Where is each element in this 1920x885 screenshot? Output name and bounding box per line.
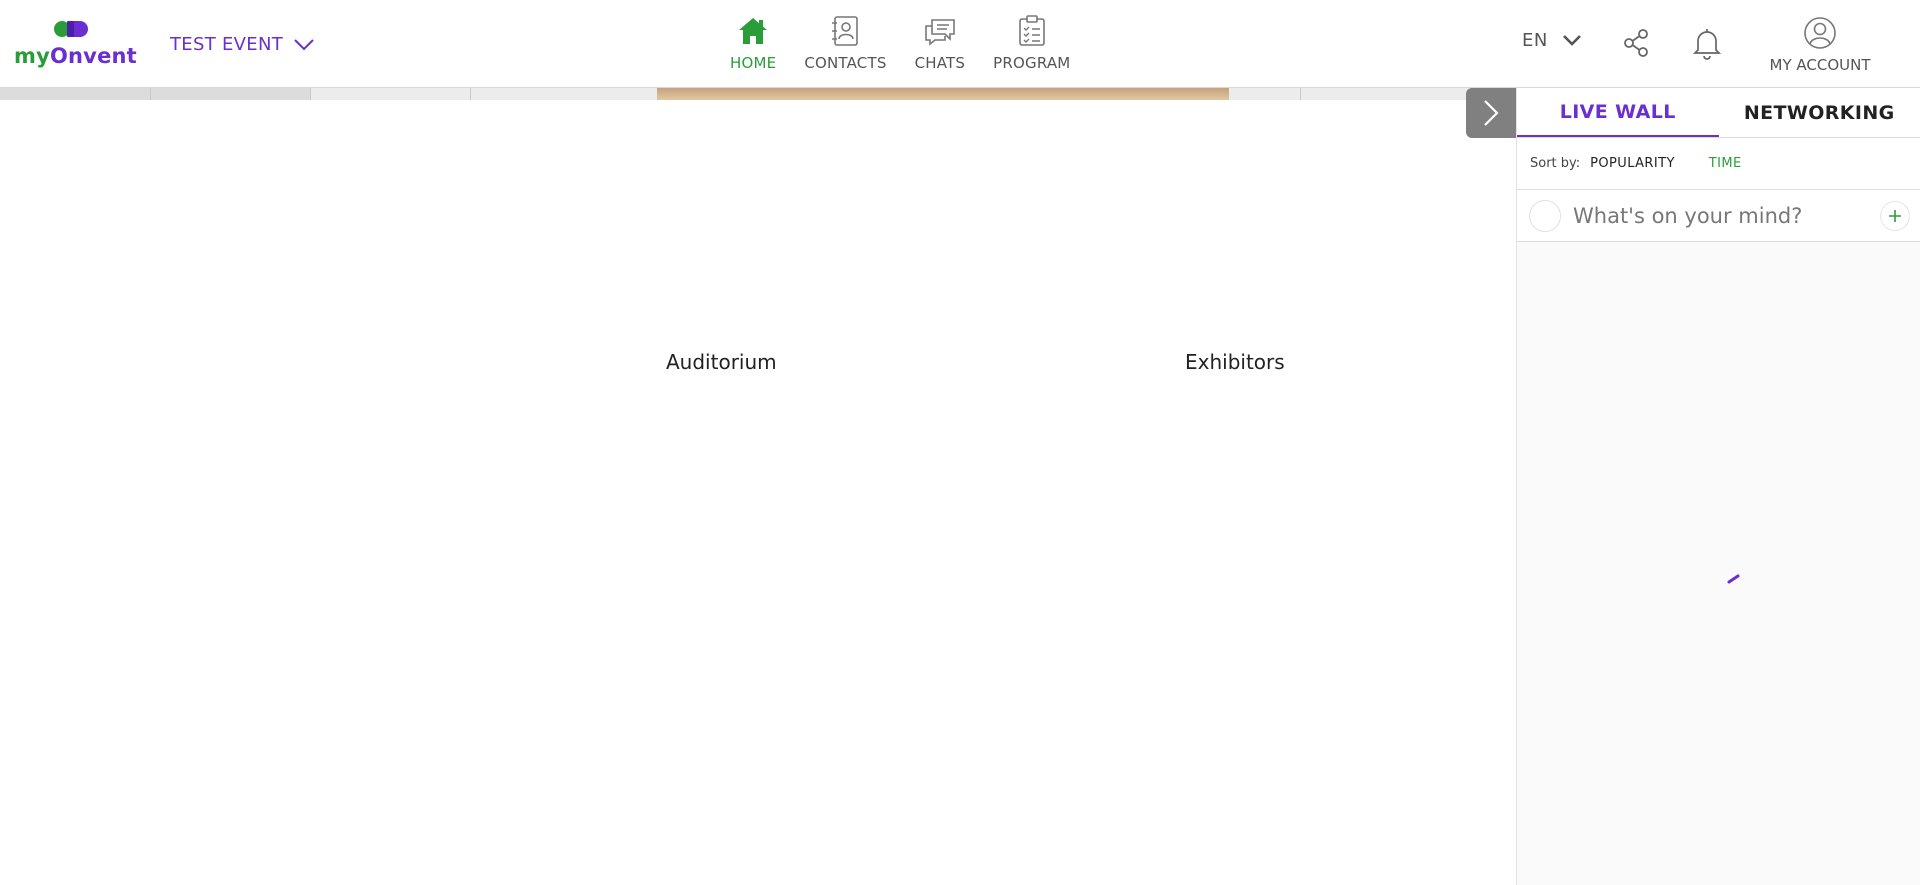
- myonvent-logo[interactable]: myOnvent: [14, 18, 137, 70]
- my-account-button[interactable]: MY ACCOUNT: [1764, 16, 1876, 74]
- chevron-right-icon: [1484, 100, 1499, 126]
- nav-contacts-label: CONTACTS: [804, 54, 887, 72]
- bell-icon: [1692, 29, 1722, 60]
- nav-program[interactable]: PROGRAM: [993, 14, 1070, 76]
- sort-label: Sort by:: [1530, 156, 1581, 171]
- lobby-area: Auditorium Exhibitors: [0, 88, 1516, 885]
- notifications-button[interactable]: [1692, 26, 1722, 64]
- logo-wordmark: myOnvent: [14, 44, 137, 68]
- logo-onvent: Onvent: [49, 44, 137, 68]
- lobby-tile: [470, 88, 471, 100]
- sort-time[interactable]: TIME: [1709, 156, 1742, 171]
- my-account-label: MY ACCOUNT: [1769, 56, 1871, 74]
- sidebar-collapse-button[interactable]: [1466, 88, 1516, 138]
- add-post-button[interactable]: [1880, 200, 1910, 231]
- sort-bar: Sort by: POPULARITY TIME: [1517, 138, 1920, 190]
- nav-program-label: PROGRAM: [993, 54, 1071, 72]
- room-exhibitors[interactable]: Exhibitors: [1185, 350, 1285, 374]
- main-nav: HOME CONTACTS CHATS PROGRAM: [730, 14, 1098, 76]
- top-bar: myOnvent TEST EVENT HOME CONTACTS CHATS …: [0, 0, 1920, 88]
- logo-my: my: [14, 44, 50, 68]
- lobby-tile: [150, 88, 151, 100]
- chats-icon: [925, 19, 955, 46]
- program-icon: [1018, 15, 1045, 46]
- sort-popularity[interactable]: POPULARITY: [1590, 156, 1675, 171]
- avatar: [1529, 199, 1561, 232]
- event-selector[interactable]: TEST EVENT: [170, 34, 315, 55]
- tab-live-wall[interactable]: LIVE WALL: [1517, 88, 1719, 137]
- contacts-icon: [832, 16, 859, 46]
- tab-networking[interactable]: NETWORKING: [1719, 88, 1920, 137]
- lobby-background-dark: [0, 88, 310, 100]
- nav-home-label: HOME: [730, 54, 777, 72]
- lobby-tile: [310, 88, 311, 100]
- language-selector[interactable]: EN: [1522, 30, 1582, 51]
- post-composer: What's on your mind?: [1517, 190, 1920, 242]
- share-icon: [1624, 29, 1648, 57]
- lobby-background-strip: [0, 88, 1516, 100]
- logo-mark-icon: [54, 21, 88, 37]
- share-button[interactable]: [1622, 28, 1650, 62]
- event-name: TEST EVENT: [170, 34, 284, 55]
- nav-chats[interactable]: CHATS: [915, 14, 966, 76]
- lobby-floor: [657, 88, 1229, 100]
- nav-contacts[interactable]: CONTACTS: [804, 14, 886, 76]
- chevron-down-icon: [294, 38, 314, 50]
- post-input[interactable]: What's on your mind?: [1573, 204, 1880, 228]
- nav-chats-label: CHATS: [914, 54, 966, 72]
- right-sidebar: LIVE WALL NETWORKING Sort by: POPULARITY…: [1516, 88, 1920, 885]
- plus-icon: [1889, 209, 1901, 222]
- loading-spinner-icon: [1727, 574, 1740, 584]
- home-icon: [739, 18, 768, 44]
- user-icon: [1804, 17, 1836, 49]
- sidebar-tabs: LIVE WALL NETWORKING: [1517, 88, 1920, 138]
- lobby-tile: [1300, 88, 1301, 100]
- room-auditorium[interactable]: Auditorium: [666, 350, 777, 374]
- nav-home[interactable]: HOME: [730, 14, 776, 76]
- chevron-down-icon: [1562, 35, 1581, 46]
- language-code: EN: [1522, 30, 1548, 51]
